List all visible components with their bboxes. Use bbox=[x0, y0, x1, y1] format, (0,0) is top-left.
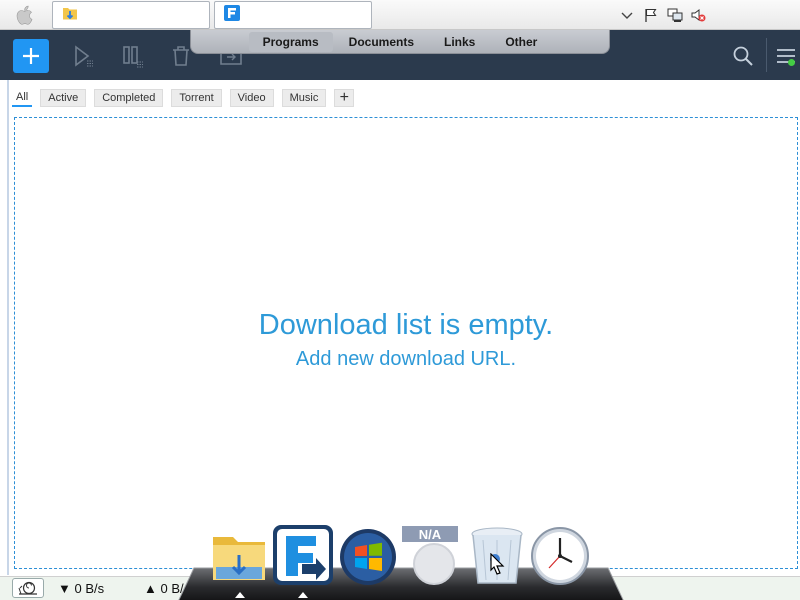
add-tab-button[interactable]: + bbox=[334, 89, 355, 107]
apple-menu-icon[interactable] bbox=[8, 2, 42, 28]
dock-folder-icon[interactable] bbox=[210, 527, 268, 585]
taskbar-window-download-manager[interactable] bbox=[214, 1, 372, 29]
free-download-manager-icon bbox=[223, 4, 241, 27]
tab-video[interactable]: Video bbox=[229, 89, 274, 107]
dock-windows-start-icon[interactable] bbox=[339, 528, 397, 586]
dock-running-indicator bbox=[235, 592, 245, 598]
flag-icon[interactable] bbox=[643, 6, 659, 24]
tab-active[interactable]: Active bbox=[40, 89, 87, 107]
speaker-muted-icon[interactable] bbox=[690, 6, 706, 24]
speed-mode-button[interactable] bbox=[12, 578, 44, 598]
tab-completed[interactable]: Completed bbox=[94, 89, 164, 107]
mouse-cursor-icon bbox=[489, 552, 505, 575]
network-icon[interactable] bbox=[667, 6, 683, 24]
overlay-item-programs[interactable]: Programs bbox=[248, 31, 333, 52]
plus-icon bbox=[23, 48, 39, 64]
download-speed: ▼ 0 B/s bbox=[58, 581, 105, 596]
overlay-item-other[interactable]: Other bbox=[491, 32, 551, 52]
pause-button[interactable] bbox=[120, 44, 144, 68]
notification-dot bbox=[788, 59, 795, 66]
dock-running-indicator bbox=[298, 592, 308, 598]
overlay-item-documents[interactable]: Documents bbox=[335, 32, 428, 52]
resume-button[interactable] bbox=[71, 44, 95, 68]
folder-icon bbox=[61, 4, 79, 27]
search-icon[interactable] bbox=[731, 44, 755, 68]
overlay-category-bar: Programs Documents Links Other bbox=[190, 30, 610, 54]
tab-all[interactable]: All bbox=[12, 89, 33, 107]
empty-state-subtitle[interactable]: Add new download URL. bbox=[0, 348, 800, 371]
download-drop-area[interactable] bbox=[14, 117, 798, 569]
toolbar-divider bbox=[766, 38, 767, 72]
snail-icon bbox=[18, 581, 37, 595]
overlay-item-links[interactable]: Links bbox=[430, 32, 489, 52]
pause-icon bbox=[123, 46, 143, 68]
tab-music[interactable]: Music bbox=[281, 89, 327, 107]
dock-na-placeholder-icon[interactable]: N/A bbox=[400, 524, 464, 586]
filter-tabs: All Active Completed Torrent Video Music… bbox=[12, 88, 355, 108]
os-taskbar bbox=[0, 0, 800, 30]
dock-free-download-manager-icon[interactable] bbox=[272, 524, 334, 586]
dock-clock-icon[interactable] bbox=[529, 526, 591, 586]
add-download-button[interactable] bbox=[13, 39, 49, 73]
tab-torrent[interactable]: Torrent bbox=[171, 89, 222, 107]
na-label: N/A bbox=[419, 527, 442, 542]
chevron-down-icon[interactable] bbox=[619, 6, 635, 24]
play-icon bbox=[75, 45, 93, 67]
taskbar-window-explorer[interactable] bbox=[52, 1, 210, 29]
empty-state-title: Download list is empty. bbox=[258, 309, 554, 341]
